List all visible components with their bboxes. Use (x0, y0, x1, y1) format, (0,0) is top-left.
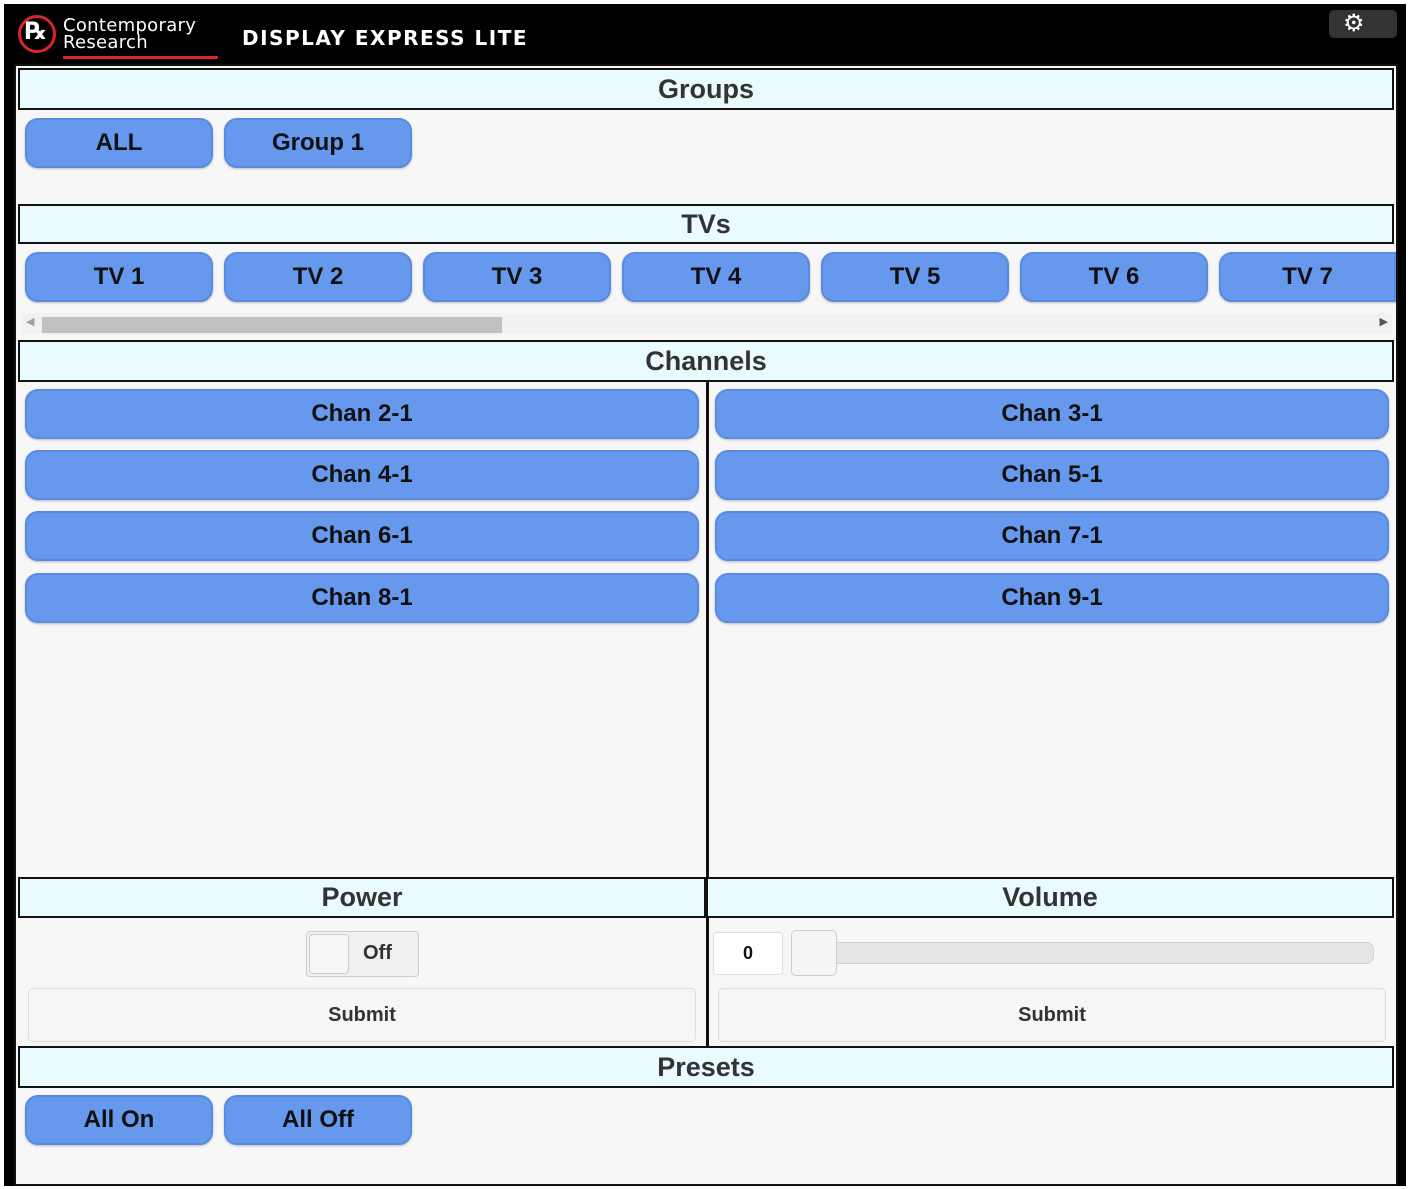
logo-line-2: Research (63, 32, 148, 53)
group-button-all[interactable]: ALL (25, 118, 213, 168)
power-title: Power (321, 882, 403, 912)
channel-button[interactable]: Chan 2-1 (25, 389, 699, 439)
power-header: Power (18, 877, 706, 918)
volume-slider-thumb[interactable] (791, 930, 837, 976)
tvs-header: TVs (18, 204, 1394, 244)
scroll-right-arrow-icon[interactable]: ▶ (1380, 315, 1388, 328)
tv-button-1[interactable]: TV 1 (25, 252, 213, 302)
scrollbar-thumb[interactable] (42, 317, 502, 333)
tvs-horizontal-scrollbar[interactable]: ◀ ▶ (22, 313, 1392, 335)
groups-title: Groups (657, 74, 754, 104)
power-toggle[interactable]: Off (306, 931, 419, 977)
channel-button[interactable]: Chan 3-1 (715, 389, 1389, 439)
app-title: DISPLAY EXPRESS LITE (242, 26, 529, 50)
brand-logo: ℞ Contemporary Research (16, 13, 221, 59)
volume-value-input[interactable]: 0 (713, 932, 783, 975)
volume-slider-track[interactable] (796, 942, 1374, 964)
volume-title: Volume (1002, 882, 1098, 912)
tvs-title: TVs (681, 209, 731, 239)
power-toggle-knob[interactable] (309, 934, 349, 974)
app-window: ℞ Contemporary Research DISPLAY EXPRESS … (4, 4, 1406, 1186)
preset-button-all-off[interactable]: All Off (224, 1095, 412, 1145)
tv-button-3[interactable]: TV 3 (423, 252, 611, 302)
channel-button[interactable]: Chan 7-1 (715, 511, 1389, 561)
channel-button[interactable]: Chan 5-1 (715, 450, 1389, 500)
presets-header: Presets (18, 1046, 1394, 1088)
channels-divider (706, 382, 709, 879)
top-bar: ℞ Contemporary Research DISPLAY EXPRESS … (4, 4, 1406, 64)
channel-button[interactable]: Chan 8-1 (25, 573, 699, 623)
presets-title: Presets (657, 1052, 755, 1082)
tv-button-4[interactable]: TV 4 (622, 252, 810, 302)
power-submit-button[interactable]: Submit (28, 988, 696, 1042)
channels-header: Channels (18, 340, 1394, 382)
channel-button[interactable]: Chan 6-1 (25, 511, 699, 561)
channel-button[interactable]: Chan 4-1 (25, 450, 699, 500)
volume-header: Volume (706, 877, 1394, 918)
settings-button[interactable]: ⚙ (1329, 10, 1397, 38)
control-panel: Groups ALL Group 1 TVs TV 1 TV 2 TV 3 TV… (14, 64, 1398, 1186)
gear-icon: ⚙ (1343, 10, 1365, 37)
tv-button-2[interactable]: TV 2 (224, 252, 412, 302)
scroll-left-arrow-icon[interactable]: ◀ (26, 315, 34, 328)
channels-title: Channels (645, 346, 767, 376)
channel-button[interactable]: Chan 9-1 (715, 573, 1389, 623)
tv-button-6[interactable]: TV 6 (1020, 252, 1208, 302)
tv-button-5[interactable]: TV 5 (821, 252, 1009, 302)
groups-header: Groups (18, 68, 1394, 110)
volume-submit-button[interactable]: Submit (718, 988, 1386, 1042)
group-button-group-1[interactable]: Group 1 (224, 118, 412, 168)
power-toggle-label: Off (363, 942, 392, 964)
tv-button-7[interactable]: TV 7 (1219, 252, 1396, 302)
preset-button-all-on[interactable]: All On (25, 1095, 213, 1145)
power-volume-divider (706, 918, 709, 1046)
